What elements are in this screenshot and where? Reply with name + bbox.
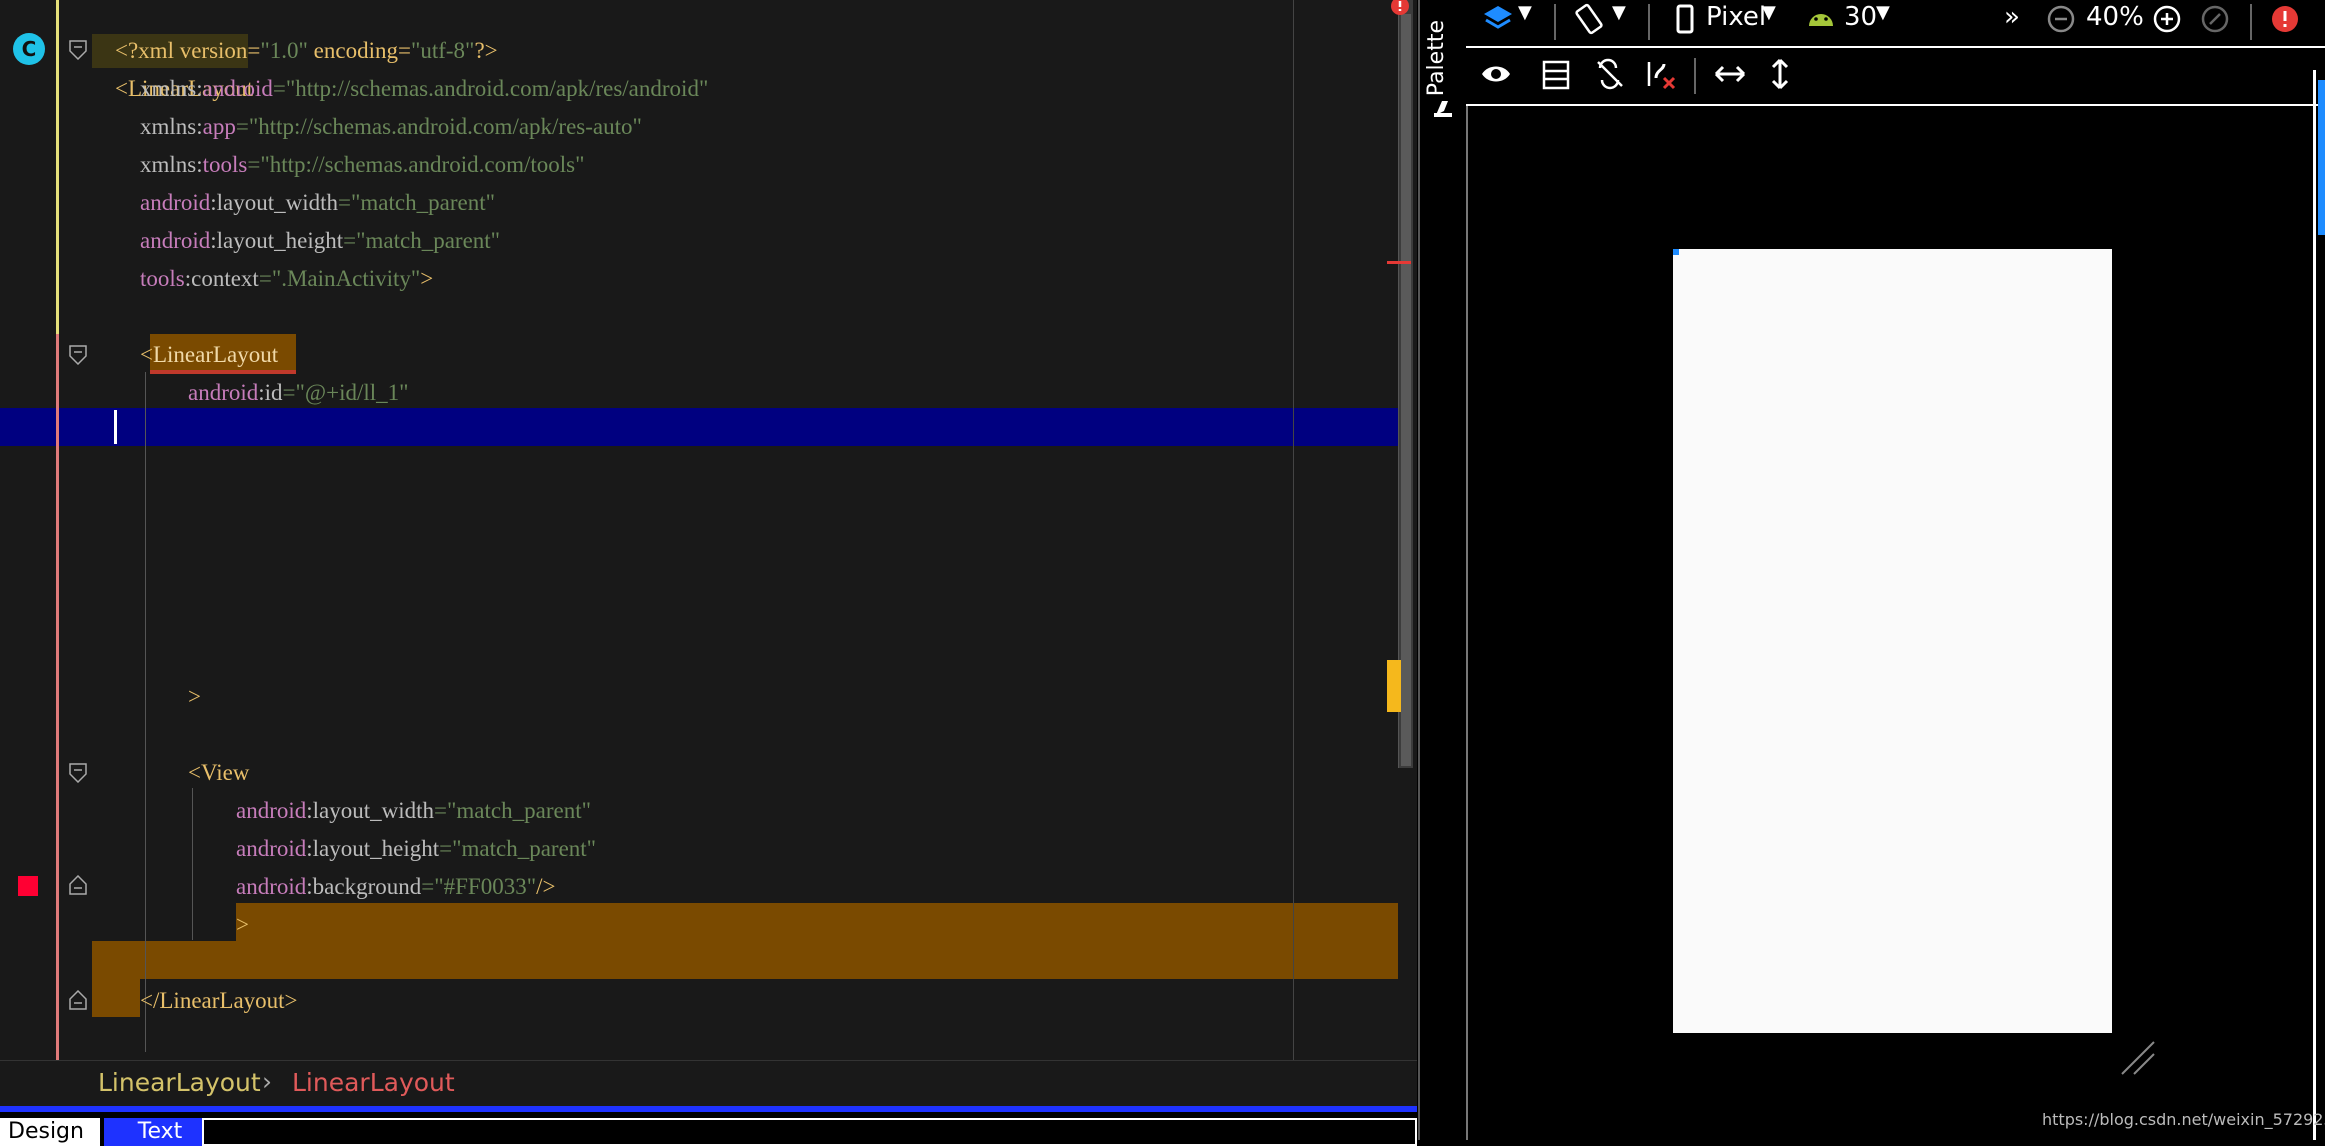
scrollbar-thumb[interactable] bbox=[1401, 14, 1411, 766]
device-selector[interactable]: Pixel bbox=[1706, 2, 1766, 32]
second-toolbar bbox=[1466, 48, 2325, 106]
error-indicator-icon[interactable] bbox=[1390, 0, 1410, 16]
chevron-down-icon[interactable]: ▼ bbox=[1762, 2, 1776, 23]
text-caret bbox=[114, 410, 117, 444]
code-line: </LinearLayout> bbox=[140, 988, 298, 1013]
resize-handle-icon[interactable] bbox=[2120, 1040, 2156, 1076]
breadcrumb-item[interactable]: LinearLayout bbox=[98, 1068, 261, 1097]
top-toolbar: ▼ ▼ Pixel ▼ 30 ▼ » 40% bbox=[1466, 0, 2325, 48]
code-line: <?xml version="1.0" encoding="utf-8"?> bbox=[115, 38, 498, 63]
rotate-icon[interactable] bbox=[1572, 2, 1606, 38]
code-line: <LinearLayout bbox=[140, 342, 279, 367]
palette-strip[interactable]: Palette bbox=[1418, 0, 1468, 1140]
code-line: xmlns:android="http://schemas.android.co… bbox=[140, 76, 709, 101]
chevron-down-icon[interactable]: ▼ bbox=[1518, 2, 1532, 23]
phone-icon[interactable] bbox=[1676, 4, 1694, 34]
fold-end-icon[interactable] bbox=[69, 875, 87, 895]
layers-icon[interactable] bbox=[1482, 4, 1514, 36]
fold-icon[interactable] bbox=[69, 763, 87, 783]
zoom-to-fit-icon[interactable] bbox=[2200, 4, 2230, 34]
divider bbox=[2250, 4, 2252, 40]
selection-highlight bbox=[92, 941, 1398, 979]
code-line: android:layout_height="match_parent" bbox=[140, 228, 501, 253]
android-icon[interactable] bbox=[1806, 6, 1836, 30]
warning-stripe-marker[interactable] bbox=[1387, 660, 1401, 712]
code-line: android:background="#FF0033"/> bbox=[236, 874, 556, 899]
eye-icon[interactable] bbox=[1480, 60, 1512, 88]
divider bbox=[1694, 58, 1696, 94]
chevron-down-icon[interactable]: ▼ bbox=[1612, 2, 1626, 23]
design-preview-panel: ▼ ▼ Pixel ▼ 30 ▼ » 40% https://blog.csdn… bbox=[1466, 0, 2325, 1140]
code-line: android:id="@+id/ll_1" bbox=[188, 380, 409, 405]
zoom-out-icon[interactable] bbox=[2046, 4, 2076, 34]
breadcrumb-separator: › bbox=[262, 1067, 272, 1096]
error-stripe-marker[interactable] bbox=[1387, 261, 1411, 264]
preview-right-border bbox=[2313, 70, 2316, 1140]
device-screen[interactable] bbox=[1673, 249, 2112, 1033]
editor-mode-tabs: Design Text bbox=[0, 1106, 1417, 1146]
overflow-icon[interactable]: » bbox=[2004, 2, 2020, 32]
code-line: <LinearLayout bbox=[115, 76, 254, 101]
class-badge-icon[interactable]: C bbox=[13, 33, 45, 65]
code-line: xmlns:app="http://schemas.android.com/ap… bbox=[140, 114, 642, 139]
selection-highlight bbox=[92, 979, 140, 1017]
tab-bar-filler bbox=[202, 1118, 1417, 1146]
palette-icon[interactable] bbox=[1432, 95, 1454, 119]
expand-horizontal-icon[interactable] bbox=[1714, 62, 1746, 86]
fold-icon[interactable] bbox=[69, 40, 87, 60]
tab-design[interactable]: Design bbox=[0, 1118, 100, 1146]
clear-constraints-icon[interactable] bbox=[1646, 58, 1678, 90]
code-editor[interactable]: C <?xml version="1.0" encoding="utf-8"?>… bbox=[0, 0, 1417, 1060]
fold-icon[interactable] bbox=[69, 345, 87, 365]
zoom-level: 40% bbox=[2086, 2, 2144, 32]
selection-handle bbox=[1673, 249, 1679, 255]
code-line: android:layout_width="match_parent" bbox=[140, 190, 495, 215]
code-line: android:layout_height="match_parent" bbox=[236, 836, 597, 861]
code-line: <View bbox=[188, 760, 250, 785]
watermark: https://blog.csdn.net/weixin_57292521 bbox=[2042, 1110, 2325, 1129]
blueprint-icon[interactable] bbox=[1542, 60, 1570, 90]
code-line: android:layout_width="match_parent" bbox=[236, 798, 591, 823]
current-line-highlight bbox=[0, 408, 1398, 446]
breadcrumb: LinearLayout › LinearLayout bbox=[0, 1060, 1417, 1107]
tab-text[interactable]: Text bbox=[104, 1118, 216, 1146]
error-marker-icon[interactable] bbox=[18, 876, 38, 896]
code-line: xmlns:tools="http://schemas.android.com/… bbox=[140, 152, 585, 177]
preview-scrollbar[interactable] bbox=[2318, 80, 2325, 235]
code-line: > bbox=[188, 684, 201, 709]
api-level-selector[interactable]: 30 bbox=[1844, 2, 1877, 32]
breadcrumb-item[interactable]: LinearLayout bbox=[292, 1068, 455, 1097]
autoconnect-off-icon[interactable] bbox=[1594, 58, 1626, 90]
selection-highlight bbox=[236, 903, 1398, 941]
zoom-in-icon[interactable] bbox=[2152, 4, 2182, 34]
palette-label[interactable]: Palette bbox=[1424, 20, 1449, 96]
code-line: tools:context=".MainActivity"> bbox=[140, 266, 434, 291]
change-marker bbox=[56, 0, 59, 334]
change-marker bbox=[56, 334, 59, 1060]
indent-guide bbox=[192, 788, 193, 940]
code-line: > bbox=[236, 912, 249, 937]
indent-guide bbox=[145, 372, 146, 1052]
fold-end-icon[interactable] bbox=[69, 990, 87, 1010]
chevron-down-icon[interactable]: ▼ bbox=[1876, 2, 1890, 23]
error-icon[interactable] bbox=[2270, 4, 2300, 34]
right-margin-guide bbox=[1293, 0, 1294, 1060]
divider bbox=[1648, 4, 1650, 40]
divider bbox=[1554, 4, 1556, 40]
expand-vertical-icon[interactable] bbox=[1768, 58, 1792, 90]
